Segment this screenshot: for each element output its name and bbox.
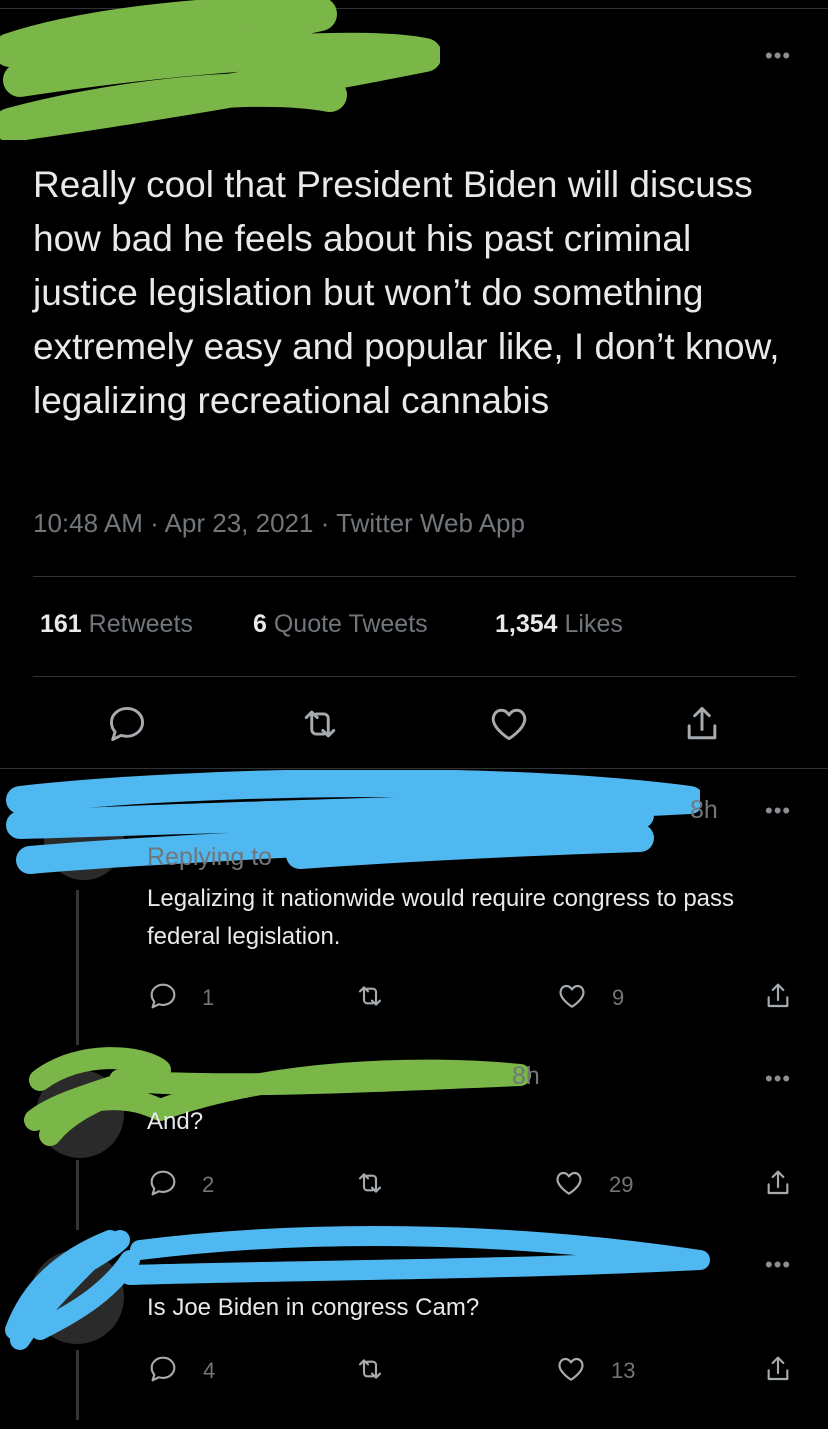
share-button[interactable] xyxy=(680,702,724,746)
tweet-time: 10:48 AM xyxy=(33,508,143,538)
reply-count: 1 xyxy=(202,985,215,1010)
reply-count: 4 xyxy=(203,1358,216,1383)
reply-more-button[interactable]: ••• xyxy=(765,1254,791,1276)
reply-more-button[interactable]: ••• xyxy=(765,1068,791,1090)
like-count: 29 xyxy=(609,1172,634,1197)
reply-share-button[interactable] xyxy=(762,1353,794,1385)
thread-line xyxy=(76,890,79,1045)
retweets-label: Retweets xyxy=(88,610,193,638)
retweet-icon xyxy=(304,710,336,738)
share-icon xyxy=(687,706,717,740)
tweet-source[interactable]: Twitter Web App xyxy=(336,508,525,538)
reply-like-button[interactable] xyxy=(553,1167,585,1199)
reply-reply-button[interactable] xyxy=(147,1353,179,1385)
likes-count: 1,354 xyxy=(495,610,558,638)
like-icon xyxy=(558,1357,584,1381)
retweets-count: 161 xyxy=(40,610,82,638)
reply-more-button[interactable]: ••• xyxy=(765,800,791,822)
reply-icon xyxy=(150,1170,176,1196)
reply-reply-button[interactable] xyxy=(147,1167,179,1199)
likes-stat[interactable]: 1,354 Likes xyxy=(495,610,623,639)
reply-icon xyxy=(150,983,176,1009)
tweet-date[interactable]: Apr 23, 2021 xyxy=(165,508,314,538)
thread-line xyxy=(76,1350,79,1420)
reply-retweet-button[interactable] xyxy=(354,1167,386,1199)
reply-time[interactable]: 8h xyxy=(690,796,718,825)
like-icon xyxy=(559,984,585,1008)
retweet-icon xyxy=(358,986,382,1006)
share-icon xyxy=(767,1356,789,1381)
reply-count: 2 xyxy=(202,1172,215,1197)
retweet-icon xyxy=(358,1173,382,1193)
redaction-scribble-reply1 xyxy=(6,770,700,874)
like-count: 13 xyxy=(611,1358,636,1383)
like-icon xyxy=(491,708,527,741)
reply-like-button[interactable] xyxy=(555,1353,587,1385)
redaction-scribble-reply3 xyxy=(5,1226,710,1350)
likes-label: Likes xyxy=(564,610,623,638)
reply-icon xyxy=(109,706,145,742)
like-count: 9 xyxy=(612,985,625,1010)
tweet-more-button[interactable]: ••• xyxy=(765,45,791,67)
stats-divider-bottom xyxy=(33,676,796,677)
reply-text: Legalizing it nationwide would require c… xyxy=(147,885,735,950)
reply-share-button[interactable] xyxy=(762,980,794,1012)
reply-retweet-button[interactable] xyxy=(354,980,386,1012)
reply-time[interactable]: 8h xyxy=(512,1062,540,1091)
quotes-count: 6 xyxy=(253,610,267,638)
meta-separator: · xyxy=(150,508,159,538)
reply-share-button[interactable] xyxy=(762,1167,794,1199)
redaction-scribble-author xyxy=(0,0,440,140)
reply-retweet-button[interactable] xyxy=(354,1353,386,1385)
reply-button[interactable] xyxy=(105,702,149,746)
tweet-meta: 10:48 AM · Apr 23, 2021 · Twitter Web Ap… xyxy=(33,508,525,539)
retweets-stat[interactable]: 161 Retweets xyxy=(40,610,193,639)
reply-reply-button[interactable] xyxy=(147,980,179,1012)
meta-separator: · xyxy=(320,508,330,538)
retweet-button[interactable] xyxy=(298,702,342,746)
share-icon xyxy=(767,983,789,1008)
reply-text: Is Joe Biden in congress Cam? xyxy=(147,1294,480,1321)
tweet-text: Really cool that President Biden will di… xyxy=(33,164,780,421)
like-button[interactable] xyxy=(487,702,531,746)
reply-icon xyxy=(150,1356,176,1382)
share-icon xyxy=(767,1170,789,1195)
reply-like-button[interactable] xyxy=(556,980,588,1012)
conversation-divider xyxy=(0,768,828,769)
quote-tweets-stat[interactable]: 6 Quote Tweets xyxy=(253,610,428,639)
reply-text: And? xyxy=(147,1108,204,1135)
retweet-icon xyxy=(358,1359,382,1379)
like-icon xyxy=(556,1171,582,1195)
quotes-label: Quote Tweets xyxy=(273,610,428,638)
replying-to-label: Replying to xyxy=(147,843,273,871)
stats-divider-top xyxy=(33,576,796,577)
redaction-scribble-reply2 xyxy=(24,1047,531,1146)
